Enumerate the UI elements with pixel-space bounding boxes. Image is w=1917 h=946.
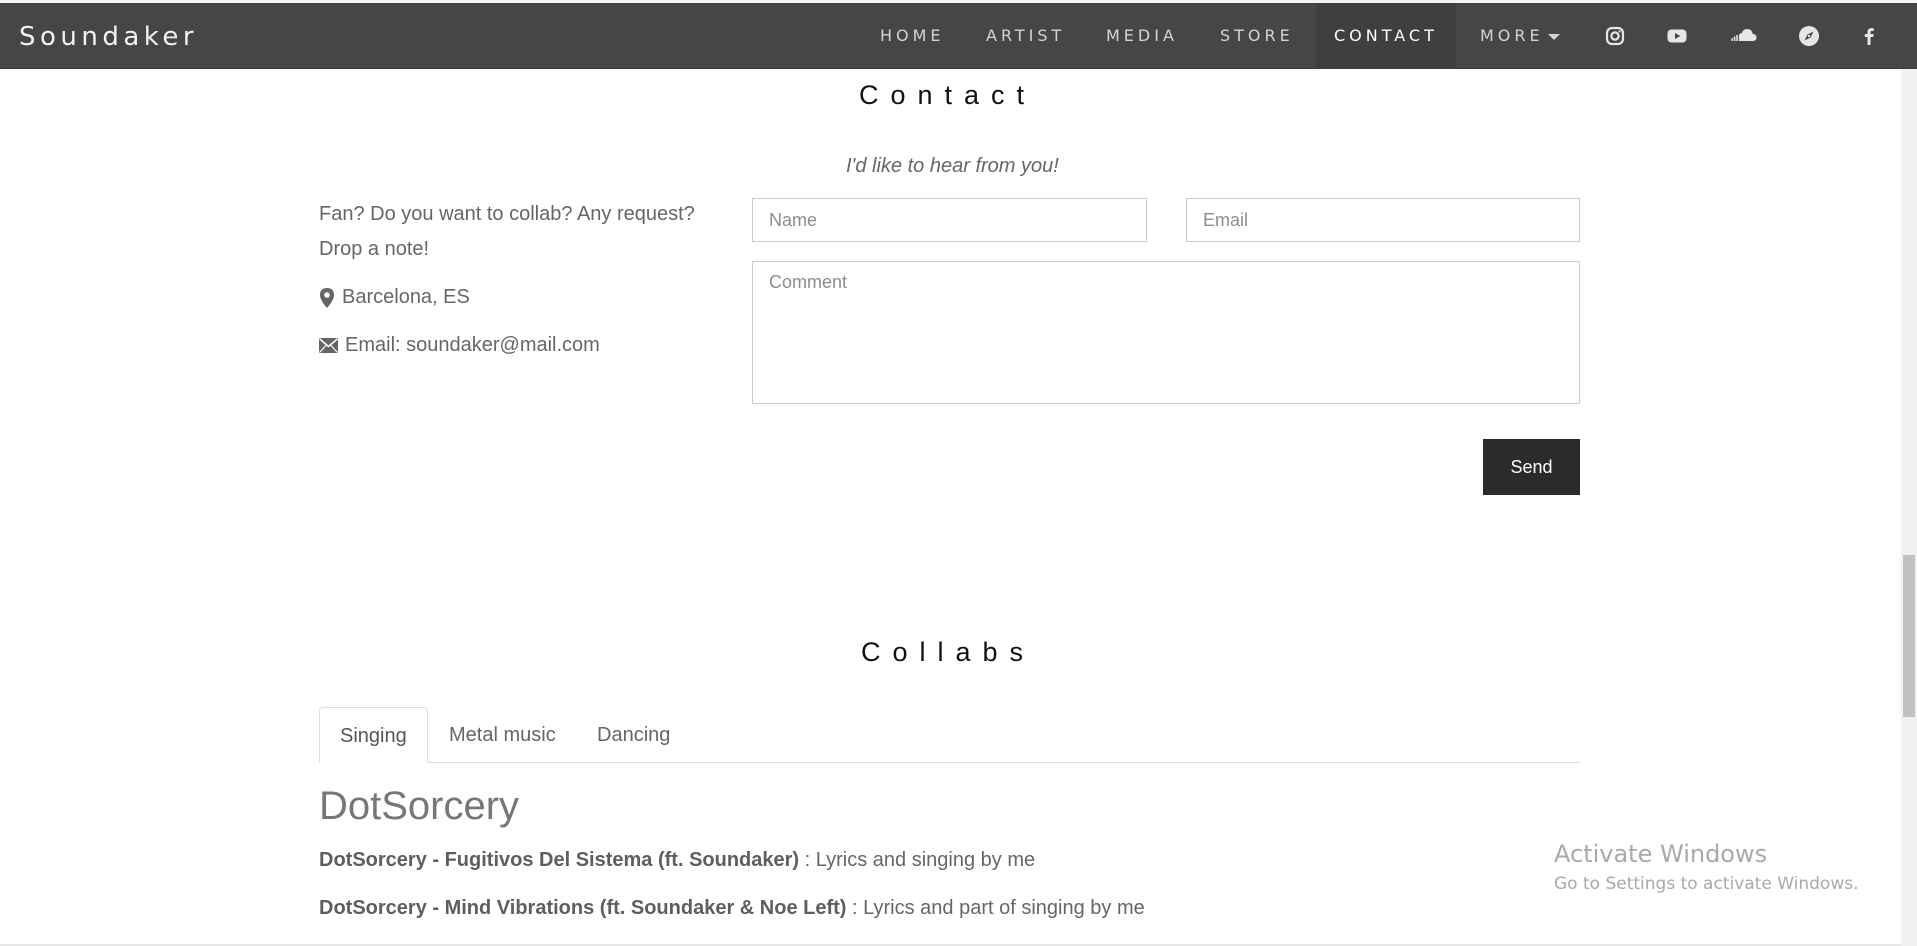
collab-artist-heading: DotSorcery (319, 784, 520, 828)
email-field[interactable] (1186, 198, 1580, 242)
tab-dancing[interactable]: Dancing (577, 707, 690, 763)
tab-singing[interactable]: Singing (319, 707, 428, 763)
contact-tagline: I'd like to hear from you! (846, 155, 1059, 177)
nav-artist[interactable]: ARTIST (986, 3, 1065, 69)
map-marker-icon (320, 287, 334, 308)
nav-home[interactable]: HOME (880, 3, 945, 69)
soundcloud-icon[interactable] (1731, 24, 1759, 48)
compass-icon[interactable] (1797, 24, 1821, 48)
collab-entry: DotSorcery - Mind Vibrations (ft. Sounda… (319, 897, 1145, 920)
activation-watermark-subtitle: Go to Settings to activate Windows. (1554, 874, 1859, 894)
collab-entry: DotSorcery - Fugitivos Del Sistema (ft. … (319, 849, 1035, 872)
collabs-title: Collabs (861, 637, 1036, 667)
send-button[interactable]: Send (1483, 439, 1580, 495)
location-text: Barcelona, ES (342, 286, 470, 308)
youtube-icon[interactable] (1665, 24, 1689, 48)
collab-track-note: : Lyrics and singing by me (799, 849, 1036, 871)
email-text: Email: soundaker@mail.com (345, 334, 600, 356)
activation-watermark-title: Activate Windows (1554, 840, 1768, 868)
tab-metal-music[interactable]: Metal music (429, 707, 576, 763)
brand-logo-text[interactable]: Soundaker (19, 22, 198, 52)
scrollbar-thumb[interactable] (1903, 555, 1915, 717)
nav-more-label: MORE (1480, 26, 1544, 45)
collab-track-title: DotSorcery - Mind Vibrations (ft. Sounda… (319, 897, 847, 919)
email-line: Email: soundaker@mail.com (319, 334, 600, 357)
contact-intro: Fan? Do you want to collab? Any request?… (319, 203, 695, 260)
nav-more[interactable]: MORE (1480, 3, 1560, 69)
facebook-icon[interactable] (1857, 24, 1881, 48)
collab-track-note: : Lyrics and part of singing by me (846, 897, 1145, 919)
page-scrollbar[interactable] (1901, 69, 1917, 946)
collab-track-title: DotSorcery - Fugitivos Del Sistema (ft. … (319, 849, 800, 871)
nav-store[interactable]: STORE (1220, 3, 1294, 69)
comment-field[interactable] (752, 261, 1580, 404)
location-line: Barcelona, ES (319, 286, 470, 309)
chevron-down-icon (1547, 33, 1560, 40)
nav-media[interactable]: MEDIA (1106, 3, 1178, 69)
contact-title: Contact (859, 80, 1037, 110)
instagram-icon[interactable] (1603, 24, 1627, 48)
name-field[interactable] (752, 198, 1147, 242)
navbar: Soundaker HOME ARTIST MEDIA STORE CONTAC… (0, 3, 1917, 69)
envelope-icon (319, 338, 338, 353)
nav-contact[interactable]: CONTACT (1316, 3, 1456, 69)
